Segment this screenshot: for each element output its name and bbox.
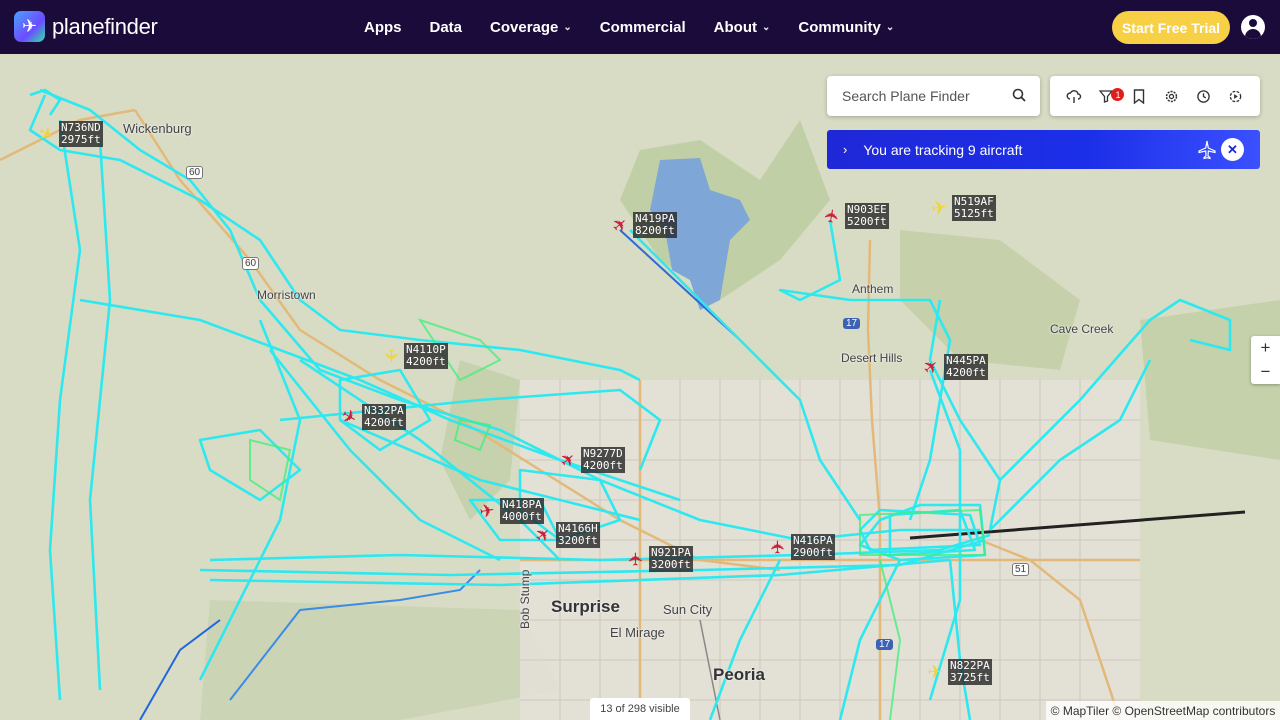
highway-shield: 17 <box>843 318 861 329</box>
plane-icon: ✈ <box>34 121 58 147</box>
place-label: Sun City <box>663 602 713 617</box>
map-attribution[interactable]: © MapTiler © OpenStreetMap contributors <box>1046 701 1280 720</box>
plane-icon: ✈ <box>477 499 497 523</box>
playback-button[interactable] <box>1224 84 1248 108</box>
chevron-down-icon: ⌄ <box>885 21 895 33</box>
aircraft-label: N418PA 4000ft <box>500 498 544 524</box>
tracking-text: You are tracking 9 aircraft <box>863 141 1023 158</box>
chevron-right-icon[interactable]: › <box>843 142 847 157</box>
highway-shield: 17 <box>876 639 894 650</box>
aircraft-marker[interactable]: ✈ N419PA 8200ft <box>608 212 677 238</box>
aircraft-label: N419PA 8200ft <box>633 212 677 238</box>
chevron-down-icon: ⌄ <box>761 21 771 33</box>
aircraft-marker[interactable]: ✈ N4110P 4200ft <box>380 343 448 369</box>
plane-icon: ✈ <box>381 348 401 364</box>
logo-plane-icon: ✈ <box>14 11 45 42</box>
place-label: Surprise <box>551 597 620 616</box>
nav-coverage[interactable]: Coverage ⌄ <box>490 19 572 36</box>
plane-icon: ✈ <box>927 662 943 682</box>
highway-shield: 60 <box>186 166 204 179</box>
place-label: Morristown <box>257 288 316 302</box>
nav-about[interactable]: About ⌄ <box>714 19 771 36</box>
weather-button[interactable] <box>1062 84 1086 108</box>
filter-count-badge: 1 <box>1111 88 1125 101</box>
aircraft-marker[interactable]: ✈ N921PA 3200ft <box>625 546 693 572</box>
chevron-down-icon: ⌄ <box>563 21 572 33</box>
plane-icon: ✈ <box>768 539 788 555</box>
nav-community[interactable]: Community ⌄ <box>798 19 894 36</box>
filter-button[interactable]: 1 <box>1094 84 1125 108</box>
aircraft-label: N9277D 4200ft <box>581 447 625 473</box>
aircraft-marker[interactable]: ✈ N736ND 2975ft <box>34 121 103 147</box>
tracking-bar[interactable]: › You are tracking 9 aircraft ✕ <box>827 130 1260 169</box>
aircraft-marker[interactable]: ✈ N519AF 5125ft <box>928 195 996 221</box>
aircraft-marker[interactable]: ✈ N418PA 4000ft <box>476 498 544 524</box>
search-icon[interactable] <box>1012 88 1026 102</box>
aircraft-label: N332PA 4200ft <box>362 404 406 430</box>
plane-icon: ✈ <box>918 354 944 380</box>
weather-icon <box>1066 90 1082 103</box>
aircraft-marker[interactable]: ✈ N903EE 5200ft <box>821 203 889 229</box>
aircraft-label: N519AF 5125ft <box>952 195 996 221</box>
logo-text: planefinder <box>52 13 158 39</box>
place-label: Cave Creek <box>1050 322 1114 336</box>
start-free-trial-button[interactable]: Start Free Trial <box>1112 11 1230 44</box>
place-label: Wickenburg <box>123 121 192 136</box>
highway-shield: 51 <box>1012 563 1030 576</box>
main-nav: Apps Data Coverage ⌄ Commercial About ⌄ Co… <box>350 0 908 54</box>
history-button[interactable] <box>1191 84 1215 108</box>
visible-count: 13 of 298 visible <box>590 698 690 720</box>
settings-button[interactable] <box>1159 84 1183 108</box>
zoom-out-button[interactable]: − <box>1251 360 1280 384</box>
aircraft-label: N4166H 3200ft <box>556 522 600 548</box>
aircraft-marker[interactable]: ✈ N822PA 3725ft <box>924 659 992 685</box>
aircraft-marker[interactable]: ✈ N416PA 2900ft <box>767 534 835 560</box>
map-toolbar: 1 <box>1050 76 1260 116</box>
aircraft-marker[interactable]: ✈ N445PA 4200ft <box>919 354 988 380</box>
nav-commercial[interactable]: Commercial <box>600 19 686 36</box>
aircraft-label: N445PA 4200ft <box>944 354 988 380</box>
history-icon <box>1197 89 1210 103</box>
aircraft-marker[interactable]: ✈ N332PA 4200ft <box>337 404 406 430</box>
bookmark-icon <box>1133 88 1145 104</box>
nav-data[interactable]: Data <box>430 19 463 36</box>
plane-icon: ✈ <box>337 404 361 430</box>
zoom-in-button[interactable]: + <box>1251 336 1280 360</box>
settings-icon <box>1165 90 1177 102</box>
plane-icon: ✈ <box>929 196 949 220</box>
nav-apps[interactable]: Apps <box>364 19 402 36</box>
aircraft-label: N416PA 2900ft <box>791 534 835 560</box>
place-label: El Mirage <box>610 625 665 640</box>
plane-icon: ✈ <box>820 206 844 226</box>
plane-icon: ✈ <box>530 522 556 548</box>
aircraft-label: N903EE 5200ft <box>845 203 889 229</box>
planefinder-logo[interactable]: ✈ planefinder <box>14 11 158 42</box>
place-label: Bob Stump <box>518 569 532 629</box>
place-label: Desert Hills <box>841 351 903 365</box>
aircraft-label: N822PA 3725ft <box>948 659 992 685</box>
aircraft-label: N736ND 2975ft <box>59 121 103 147</box>
search-box <box>827 76 1040 116</box>
account-icon[interactable] <box>1241 15 1265 39</box>
zoom-controls: + − <box>1251 336 1280 384</box>
top-navbar: ✈ planefinder Apps Data Coverage ⌄ Commer… <box>0 0 1280 54</box>
playback-icon <box>1229 90 1242 102</box>
plane-icon <box>1198 140 1216 160</box>
aircraft-marker[interactable]: ✈ N4166H 3200ft <box>531 522 600 548</box>
place-label: Peoria <box>713 665 765 684</box>
plane-icon: ✈ <box>607 212 633 238</box>
search-input[interactable] <box>842 88 1002 104</box>
close-tracking-button[interactable]: ✕ <box>1221 138 1244 161</box>
aircraft-marker[interactable]: ✈ N9277D 4200ft <box>556 447 625 473</box>
place-label: Anthem <box>852 282 894 296</box>
aircraft-label: N921PA 3200ft <box>649 546 693 572</box>
highway-shield: 60 <box>242 257 260 270</box>
plane-icon: ✈ <box>626 551 646 567</box>
aircraft-label: N4110P 4200ft <box>404 343 448 369</box>
plane-icon: ✈ <box>555 447 581 473</box>
bookmark-button[interactable] <box>1127 84 1151 108</box>
